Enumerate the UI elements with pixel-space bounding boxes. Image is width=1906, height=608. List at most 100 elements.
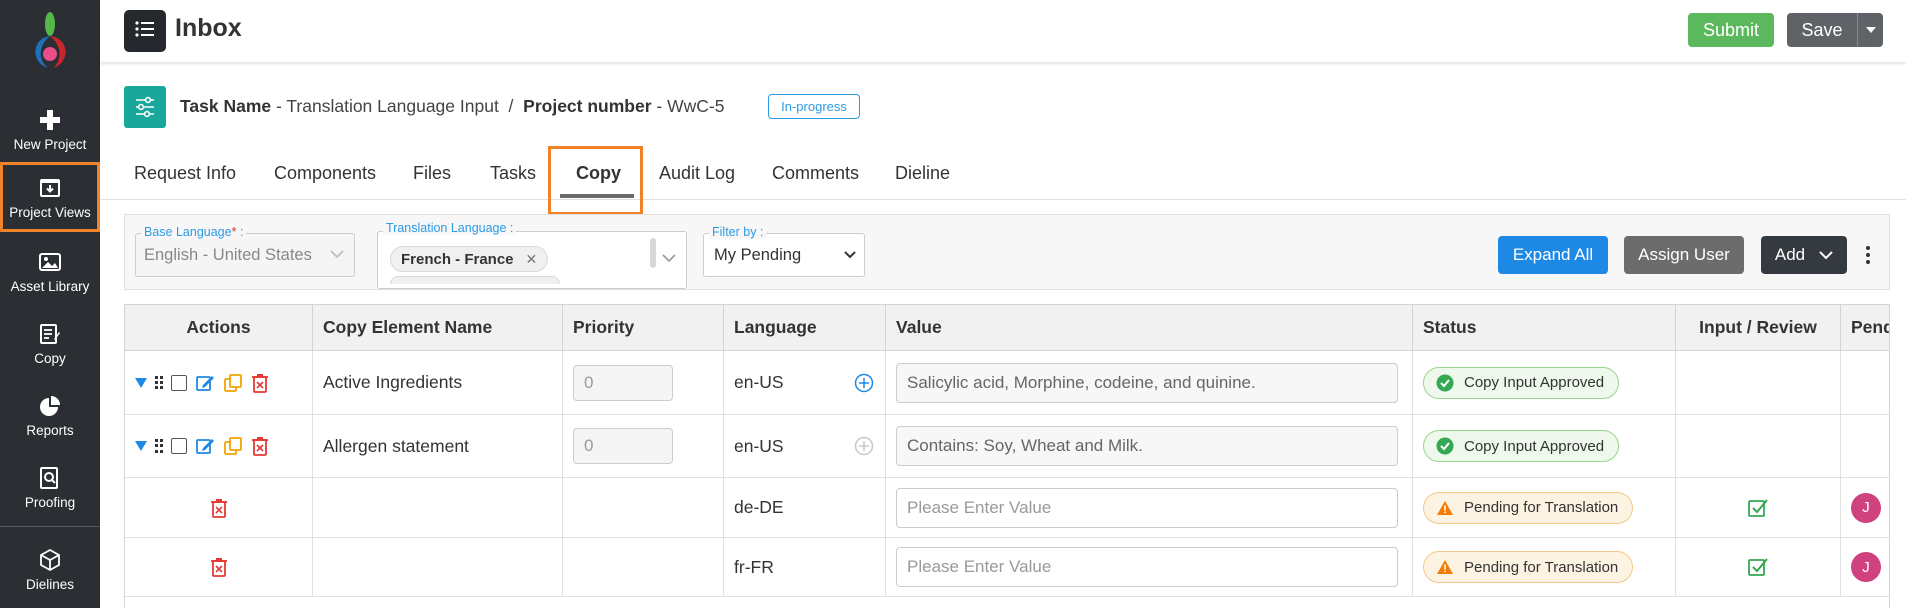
copy-elements-table: Actions Copy Element Name Priority Langu… bbox=[124, 304, 1890, 608]
table-header: Actions Copy Element Name Priority Langu… bbox=[125, 305, 1889, 351]
save-button[interactable]: Save bbox=[1787, 13, 1883, 47]
tab-comments[interactable]: Comments bbox=[772, 146, 859, 200]
project-number-label: Project number bbox=[523, 96, 652, 116]
sidebar-item-proofing[interactable]: Proofing bbox=[0, 452, 100, 522]
add-language-icon[interactable] bbox=[854, 373, 874, 393]
sidebar-item-label: New Project bbox=[13, 136, 87, 152]
task-name-value: Translation Language Input bbox=[286, 96, 499, 116]
sidebar-item-project-views[interactable]: Project Views bbox=[0, 162, 100, 232]
value-input[interactable]: Contains: Soy, Wheat and Milk. bbox=[896, 426, 1398, 466]
duplicate-icon[interactable] bbox=[223, 373, 243, 393]
avatar[interactable]: J bbox=[1851, 492, 1881, 523]
avatar[interactable]: J bbox=[1851, 552, 1881, 582]
header-input-review: Input / Review bbox=[1676, 305, 1841, 350]
check-circle-icon bbox=[1436, 437, 1454, 455]
edit-icon[interactable] bbox=[195, 373, 215, 393]
status-cell: Copy Input Approved bbox=[1413, 415, 1676, 477]
copy-document-icon bbox=[37, 321, 63, 347]
sidebar-item-new-project[interactable]: New Project bbox=[0, 94, 100, 164]
menu-button[interactable] bbox=[124, 10, 166, 52]
more-options-icon[interactable] bbox=[1860, 240, 1876, 270]
value-input[interactable]: Please Enter Value bbox=[896, 547, 1398, 587]
copy-element-name: Active Ingredients bbox=[313, 351, 563, 414]
priority-cell: 0 bbox=[563, 351, 724, 414]
header-language: Language bbox=[724, 305, 886, 350]
language-cell: fr-FR bbox=[724, 538, 886, 596]
edit-icon[interactable] bbox=[195, 436, 215, 456]
task-settings-icon bbox=[124, 86, 166, 128]
tab-dieline[interactable]: Dieline bbox=[895, 146, 950, 200]
expand-all-button[interactable]: Expand All bbox=[1498, 236, 1608, 274]
delete-icon[interactable] bbox=[251, 436, 269, 456]
priority-cell bbox=[563, 478, 724, 537]
value-input[interactable]: Salicylic acid, Morphine, codeine, and q… bbox=[896, 362, 1398, 403]
delete-icon[interactable] bbox=[210, 557, 228, 577]
chevron-down-icon bbox=[330, 250, 344, 259]
add-language-icon[interactable] bbox=[854, 436, 874, 456]
submit-button[interactable]: Submit bbox=[1688, 13, 1774, 47]
drag-handle-icon[interactable] bbox=[155, 439, 163, 453]
delete-icon[interactable] bbox=[210, 498, 228, 518]
add-button[interactable]: Add bbox=[1761, 236, 1847, 274]
priority-cell: 0 bbox=[563, 415, 724, 477]
priority-input[interactable]: 0 bbox=[573, 364, 673, 401]
tab-components[interactable]: Components bbox=[274, 146, 376, 200]
tab-audit-log[interactable]: Audit Log bbox=[659, 146, 735, 200]
inbox-download-icon bbox=[37, 175, 63, 201]
table-row: de-DE Please Enter Value Pending for Tra… bbox=[125, 478, 1889, 538]
status-text: Pending for Translation bbox=[1464, 499, 1619, 516]
scrollbar[interactable] bbox=[650, 238, 656, 268]
language-code: fr-FR bbox=[734, 556, 774, 577]
tab-tasks[interactable]: Tasks bbox=[490, 146, 536, 200]
header-pending: Pend bbox=[1841, 305, 1889, 350]
remove-chip-icon[interactable]: ✕ bbox=[526, 251, 538, 268]
status-cell: Copy Input Approved bbox=[1413, 351, 1676, 414]
input-review-cell bbox=[1676, 415, 1841, 477]
filter-by-select[interactable]: My Pending bbox=[703, 233, 865, 277]
priority-input[interactable]: 0 bbox=[573, 428, 673, 464]
expand-row-icon[interactable] bbox=[135, 441, 147, 451]
translation-language-chip-partial bbox=[390, 276, 560, 284]
tab-request-info[interactable]: Request Info bbox=[134, 146, 236, 200]
row-actions bbox=[125, 415, 313, 477]
sidebar-item-asset-library[interactable]: Asset Library bbox=[0, 236, 100, 306]
row-actions bbox=[125, 538, 313, 596]
app-logo bbox=[35, 12, 66, 68]
translation-language-select[interactable]: French - France ✕ bbox=[377, 231, 687, 289]
delete-icon[interactable] bbox=[251, 373, 269, 393]
duplicate-icon[interactable] bbox=[223, 436, 243, 456]
sidebar-item-copy[interactable]: Copy bbox=[0, 308, 100, 378]
value-input[interactable]: Please Enter Value bbox=[896, 487, 1398, 528]
input-review-cell bbox=[1676, 351, 1841, 414]
task-separator: / bbox=[508, 96, 514, 116]
sidebar-item-label: Reports bbox=[26, 422, 74, 438]
warning-icon bbox=[1437, 500, 1453, 515]
pie-chart-icon bbox=[37, 393, 63, 419]
row-checkbox[interactable] bbox=[171, 374, 187, 391]
header-priority: Priority bbox=[563, 305, 724, 350]
base-language-value: English - United States bbox=[144, 246, 312, 264]
check-square-icon[interactable] bbox=[1748, 557, 1768, 577]
task-info: Task Name - Translation Language Input /… bbox=[180, 96, 725, 116]
base-language-select[interactable]: English - United States bbox=[135, 233, 355, 277]
assign-user-button[interactable]: Assign User bbox=[1624, 236, 1744, 274]
sidebar-item-reports[interactable]: Reports bbox=[0, 380, 100, 450]
proof-search-icon bbox=[37, 465, 63, 491]
check-square-icon[interactable] bbox=[1748, 498, 1768, 518]
value-cell: Contains: Soy, Wheat and Milk. bbox=[886, 415, 1413, 477]
status-badge: Pending for Translation bbox=[1423, 491, 1634, 524]
table-row: Active Ingredients 0 en-US Salicylic aci… bbox=[125, 351, 1889, 415]
translation-language-chip[interactable]: French - France ✕ bbox=[390, 246, 549, 272]
sidebar-item-dielines[interactable]: Dielines bbox=[0, 534, 100, 604]
active-tab-highlight bbox=[548, 146, 643, 215]
save-dropdown-toggle[interactable] bbox=[1857, 13, 1883, 47]
row-checkbox[interactable] bbox=[171, 438, 187, 454]
language-cell: en-US bbox=[724, 415, 886, 477]
sidebar: New Project Project Views Asset Library … bbox=[0, 0, 100, 608]
filter-by-value: My Pending bbox=[714, 246, 802, 264]
drag-handle-icon[interactable] bbox=[155, 375, 163, 390]
value-cell: Salicylic acid, Morphine, codeine, and q… bbox=[886, 351, 1413, 414]
expand-row-icon[interactable] bbox=[135, 377, 147, 388]
tab-files[interactable]: Files bbox=[413, 146, 451, 200]
row-actions bbox=[125, 351, 313, 414]
